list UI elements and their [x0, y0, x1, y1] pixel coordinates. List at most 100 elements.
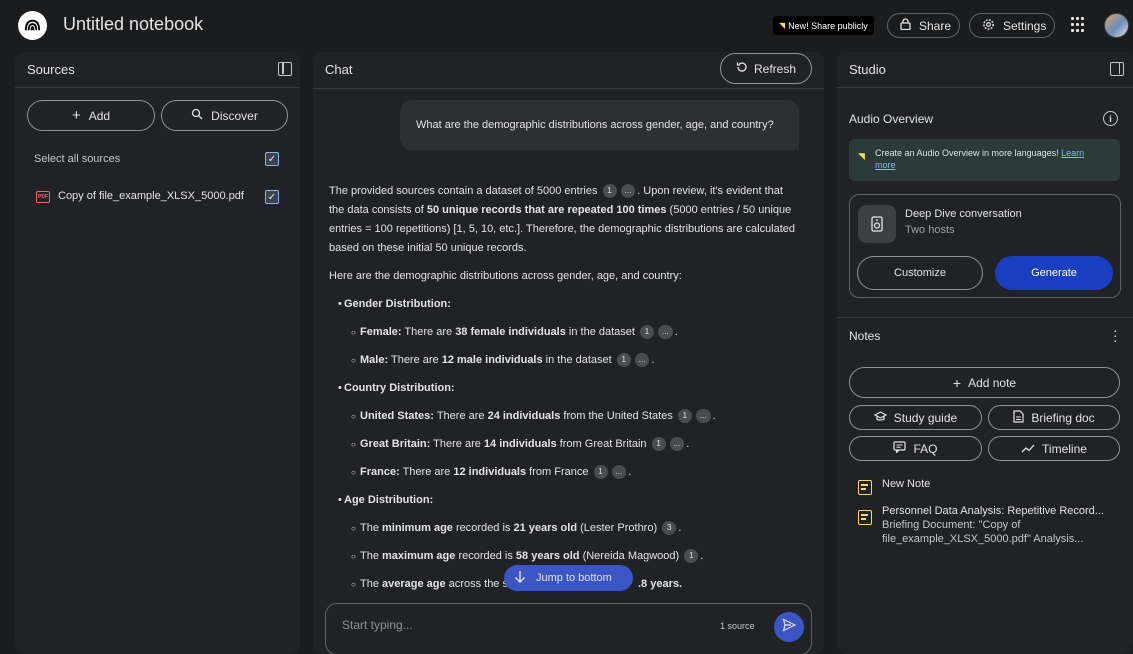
avatar[interactable]: [1104, 13, 1129, 38]
item-label: Male:: [360, 354, 389, 366]
more-options-icon[interactable]: · · ·: [1113, 323, 1118, 347]
age-heading: Age Distribution:: [329, 491, 799, 510]
study-guide-button[interactable]: Study guide: [849, 405, 982, 430]
citation-chip[interactable]: 3: [662, 521, 677, 535]
notebook-title[interactable]: Untitled notebook: [63, 14, 203, 35]
source-item-name[interactable]: Copy of file_example_XLSX_5000.pdf: [58, 190, 244, 202]
answer-paragraph-1: The provided sources contain a dataset o…: [329, 182, 799, 258]
item-text: The: [360, 550, 383, 562]
discover-search-icon: [191, 108, 203, 123]
citation-chip[interactable]: 1: [684, 549, 699, 563]
select-all-checkbox[interactable]: ✓: [265, 152, 279, 166]
document-icon: [1013, 409, 1024, 426]
citation-chip[interactable]: 1: [602, 184, 617, 198]
add-source-button[interactable]: + Add: [27, 100, 155, 131]
chat-input[interactable]: [342, 618, 692, 632]
notebooklm-logo-icon[interactable]: [18, 11, 47, 40]
briefing-doc-button[interactable]: Briefing doc: [988, 405, 1120, 430]
timeline-button[interactable]: Timeline: [988, 436, 1120, 461]
timeline-label: Timeline: [1042, 441, 1087, 456]
sources-header: Sources: [15, 52, 300, 88]
heading-text: Gender Distribution:: [344, 298, 451, 310]
us-item: United States: There are 24 individuals …: [329, 407, 799, 426]
top-bar: Untitled notebook ◥ New! Share publicly …: [0, 0, 1133, 50]
citation-more-chip[interactable]: ...: [669, 437, 685, 451]
select-all-label: Select all sources: [34, 153, 121, 165]
citation-chip[interactable]: 1: [677, 409, 692, 423]
customize-button[interactable]: Customize: [857, 256, 983, 290]
item-label: France:: [360, 466, 400, 478]
citation-more-chip[interactable]: ...: [658, 325, 673, 339]
generate-button[interactable]: Generate: [995, 256, 1113, 290]
heading-text: Age Distribution:: [344, 494, 434, 506]
faq-icon: [893, 441, 907, 456]
refresh-button[interactable]: Refresh: [720, 53, 812, 84]
item-text: in the dataset: [565, 326, 635, 338]
note-icon: [858, 510, 872, 525]
item-label: United States:: [360, 410, 434, 422]
item-text: in the dataset: [542, 354, 612, 366]
settings-label: Settings: [1003, 18, 1047, 33]
item-bold: .8 years.: [637, 578, 683, 590]
learn-more-link[interactable]: more: [875, 160, 896, 170]
country-heading: Country Distribution:: [329, 379, 799, 398]
answer-text: The provided sources contain a dataset o…: [329, 185, 598, 197]
share-publicly-badge[interactable]: ◥ New! Share publicly: [773, 16, 874, 35]
info-icon[interactable]: i: [1103, 111, 1118, 126]
female-item: Female: There are 38 female individuals …: [329, 323, 799, 342]
answer-paragraph-2: Here are the demographic distributions a…: [329, 270, 682, 282]
citation-more-chip[interactable]: ...: [695, 409, 711, 423]
add-note-button[interactable]: + Add note: [849, 367, 1120, 398]
item-text: recorded is: [452, 522, 514, 534]
item-bold: 24 individuals: [487, 410, 561, 422]
faq-button[interactable]: FAQ: [849, 436, 982, 461]
item-bold: 21 years old: [513, 522, 578, 534]
note-item[interactable]: Personnel Data Analysis: Repetitive Reco…: [882, 504, 1122, 546]
collapse-panel-icon[interactable]: [278, 62, 292, 76]
item-text: The: [360, 578, 383, 590]
share-button[interactable]: Share: [887, 13, 960, 38]
jump-to-bottom-button[interactable]: Jump to bottom: [504, 565, 633, 591]
citation-chip[interactable]: 1: [593, 465, 608, 479]
answer-bold: 50 unique records that are repeated 100 …: [426, 204, 667, 216]
arrow-down-icon: [514, 570, 526, 586]
lock-icon: [900, 18, 911, 33]
citation-more-chip[interactable]: ...: [611, 465, 627, 479]
item-label: Female:: [360, 326, 402, 338]
discover-button[interactable]: Discover: [161, 100, 288, 131]
chat-title: Chat: [325, 62, 353, 77]
source-item-checkbox[interactable]: ✓: [265, 190, 279, 204]
gb-item: Great Britain: There are 14 individuals …: [329, 435, 799, 454]
jump-label: Jump to bottom: [536, 572, 612, 584]
collapse-panel-icon[interactable]: [1110, 62, 1124, 76]
chat-input-box: 1 source: [325, 603, 812, 654]
note-body: file_example_XLSX_5000.pdf" Analysis...: [882, 533, 1084, 545]
notes-divider: [837, 317, 1133, 318]
learn-more-link[interactable]: Learn: [1061, 148, 1084, 158]
chat-divider: [313, 88, 824, 89]
apps-grid-icon[interactable]: [1071, 17, 1087, 33]
pdf-icon: PDF: [36, 191, 50, 203]
citation-chip[interactable]: 1: [651, 437, 666, 451]
settings-button[interactable]: Settings: [969, 13, 1055, 38]
citation-more-chip[interactable]: ...: [620, 184, 636, 198]
source-count: 1 source: [720, 621, 755, 631]
citation-chip[interactable]: 1: [640, 325, 655, 339]
item-label: Great Britain:: [360, 438, 431, 450]
max-age-item: The maximum age recorded is 58 years old…: [329, 547, 799, 566]
share-publicly-label: New! Share publicly: [788, 20, 868, 31]
megaphone-icon: ◥: [779, 21, 786, 30]
chat-panel: Chat Refresh What are the demographic di…: [313, 52, 824, 654]
refresh-label: Refresh: [753, 61, 797, 76]
male-item: Male: There are 12 male individuals in t…: [329, 351, 799, 370]
language-banner: ◥ Create an Audio Overview in more langu…: [849, 139, 1120, 181]
megaphone-icon: ◥: [858, 151, 865, 161]
plus-icon: +: [71, 107, 81, 124]
note-icon: [858, 480, 872, 495]
citation-more-chip[interactable]: ...: [634, 353, 650, 367]
item-bold: maximum age: [382, 550, 456, 562]
citation-chip[interactable]: 1: [616, 353, 631, 367]
note-title[interactable]: New Note: [882, 478, 930, 490]
sources-panel: Sources + Add Discover Select all source…: [15, 52, 300, 654]
send-button[interactable]: [774, 612, 804, 642]
